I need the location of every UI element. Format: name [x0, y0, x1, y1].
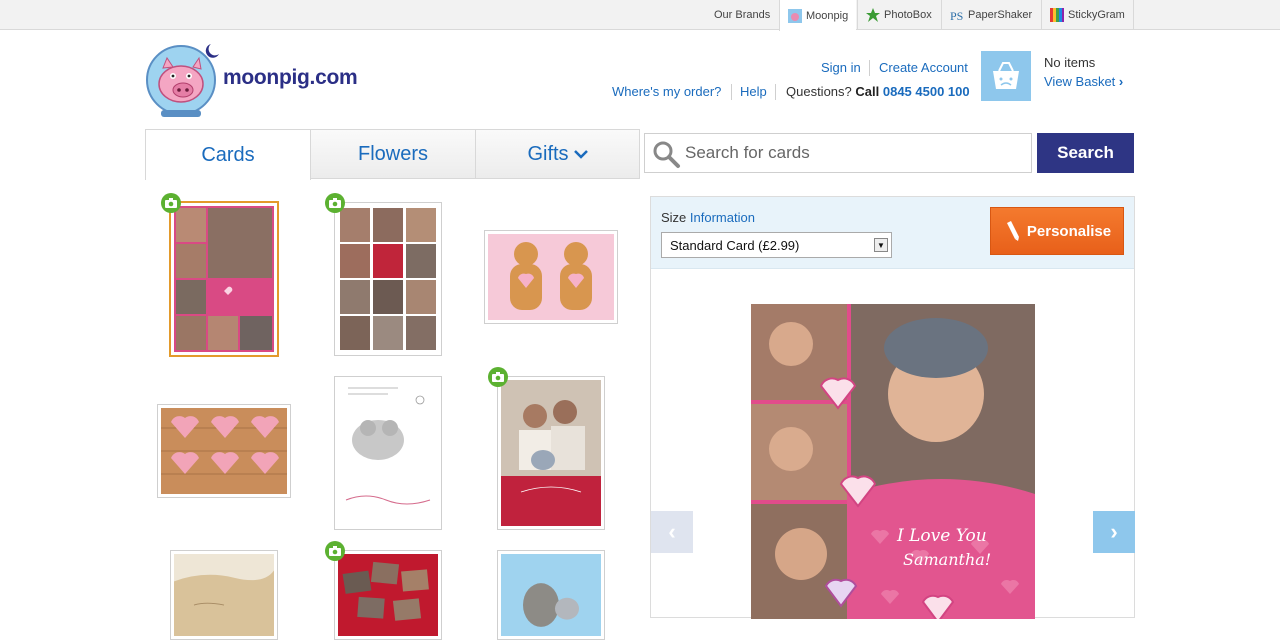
brand-label-stickygram: StickyGram — [1068, 9, 1125, 21]
pencil-icon — [1006, 221, 1019, 241]
header-divider — [731, 84, 732, 100]
search-button[interactable]: Search — [1037, 133, 1134, 173]
personalise-button[interactable]: Personalise — [990, 207, 1124, 255]
our-brands-label: Our Brands — [714, 9, 771, 21]
size-select[interactable]: Standard Card (£2.99) ▼ — [661, 232, 892, 258]
search-input[interactable] — [685, 134, 1025, 172]
tab-flowers-label: Flowers — [357, 142, 428, 165]
card-thumbnail[interactable] — [325, 541, 442, 640]
chevron-left-icon: ‹ — [668, 519, 676, 544]
personalise-label: Personalise — [1026, 222, 1112, 240]
create-account-link[interactable]: Create Account — [879, 60, 968, 75]
header-divider — [869, 60, 870, 76]
brand-tab-moonpig[interactable]: Moonpig — [779, 0, 857, 31]
basket-status: No items — [1044, 55, 1096, 70]
brand-bar: Our Brands Moonpig PhotoBox PS PaperShak… — [0, 0, 1280, 31]
card-thumbnail[interactable] — [484, 230, 618, 324]
card-thumbnail[interactable] — [497, 550, 605, 640]
card-thumbnail-image — [338, 206, 438, 352]
size-label: Size — [661, 210, 687, 225]
questions-label: Questions? — [786, 84, 852, 99]
svg-text:PS: PS — [950, 9, 963, 22]
card-preview[interactable]: I Love You Samantha! — [751, 304, 1035, 619]
questions-text: Questions? Call 0845 4500 100 — [786, 84, 970, 99]
card-thumbnail[interactable] — [488, 367, 605, 530]
tab-divider — [311, 178, 640, 179]
card-thumbnail-image — [488, 234, 614, 320]
card-thumbnail[interactable] — [334, 376, 442, 530]
card-message-line1: I Love You — [897, 526, 987, 546]
tab-flowers[interactable]: Flowers — [310, 129, 476, 179]
header-divider — [775, 84, 776, 100]
tab-gifts-label: Gifts — [527, 142, 569, 165]
card-thumbnail[interactable] — [325, 193, 442, 356]
stickygram-icon — [1050, 8, 1064, 22]
photobox-icon — [866, 8, 880, 22]
card-detail-panel: Size Information Standard Card (£2.99) ▼… — [650, 196, 1135, 619]
moonpig-logo-text: moonpig.com — [223, 66, 358, 89]
brand-tab-papershaker[interactable]: PS PaperShaker — [941, 0, 1040, 30]
photo-upload-badge-icon — [325, 541, 345, 561]
tab-cards-label: Cards — [201, 143, 255, 166]
size-information-link[interactable]: Information — [690, 210, 755, 225]
card-thumbnail-image — [174, 206, 274, 352]
chevron-right-icon: › — [1110, 519, 1118, 544]
help-link[interactable]: Help — [740, 84, 767, 99]
card-message-line2: Samantha! — [903, 550, 992, 569]
card-options-bar: Size Information Standard Card (£2.99) ▼… — [651, 197, 1134, 269]
previous-card-button[interactable]: ‹ — [651, 511, 693, 553]
basket-icon[interactable] — [981, 51, 1031, 101]
card-thumbnail-image — [501, 554, 601, 636]
card-thumbnail-image — [338, 380, 438, 526]
chevron-right-icon: › — [1118, 74, 1124, 89]
card-thumbnail-image — [501, 380, 601, 526]
chevron-down-icon — [573, 150, 588, 159]
brand-label-photobox: PhotoBox — [884, 9, 932, 21]
card-thumbnail[interactable] — [157, 404, 291, 498]
photo-upload-badge-icon — [325, 193, 345, 213]
moonpig-logo-icon — [146, 44, 219, 117]
tab-cards[interactable]: Cards — [145, 129, 311, 180]
card-thumbnail-image — [174, 554, 274, 636]
photo-upload-badge-icon — [161, 193, 181, 213]
papershaker-icon: PS — [950, 8, 964, 23]
brand-label-papershaker: PaperShaker — [968, 9, 1033, 21]
brand-tab-photobox[interactable]: PhotoBox — [857, 0, 940, 30]
next-card-button[interactable]: › — [1093, 511, 1135, 553]
moonpig-logo[interactable]: moonpig.com — [145, 40, 365, 118]
view-basket-link[interactable]: View Basket › — [1044, 74, 1123, 89]
card-thumbnail-image — [161, 408, 287, 494]
view-basket-label: View Basket — [1044, 74, 1116, 89]
size-label-row: Size Information — [661, 210, 755, 225]
wheres-my-order-link[interactable]: Where's my order? — [612, 84, 721, 99]
card-thumbnail-image — [338, 554, 438, 636]
search-icon — [653, 141, 680, 168]
sign-in-link[interactable]: Sign in — [821, 60, 861, 75]
search-box — [644, 133, 1032, 173]
call-label: Call — [855, 84, 880, 99]
card-thumbnail-selected[interactable] — [161, 193, 279, 357]
moonpig-icon — [788, 8, 802, 23]
brand-label-moonpig: Moonpig — [806, 9, 849, 22]
phone-number[interactable]: 0845 4500 100 — [883, 84, 970, 99]
photo-upload-badge-icon — [488, 367, 508, 387]
card-preview-image — [751, 304, 1035, 619]
size-select-value: Standard Card (£2.99) — [670, 238, 800, 253]
card-thumbnail[interactable] — [170, 550, 278, 640]
tab-gifts[interactable]: Gifts — [475, 129, 640, 179]
dropdown-arrow-icon: ▼ — [874, 238, 888, 252]
brand-tab-stickygram[interactable]: StickyGram — [1041, 0, 1134, 30]
